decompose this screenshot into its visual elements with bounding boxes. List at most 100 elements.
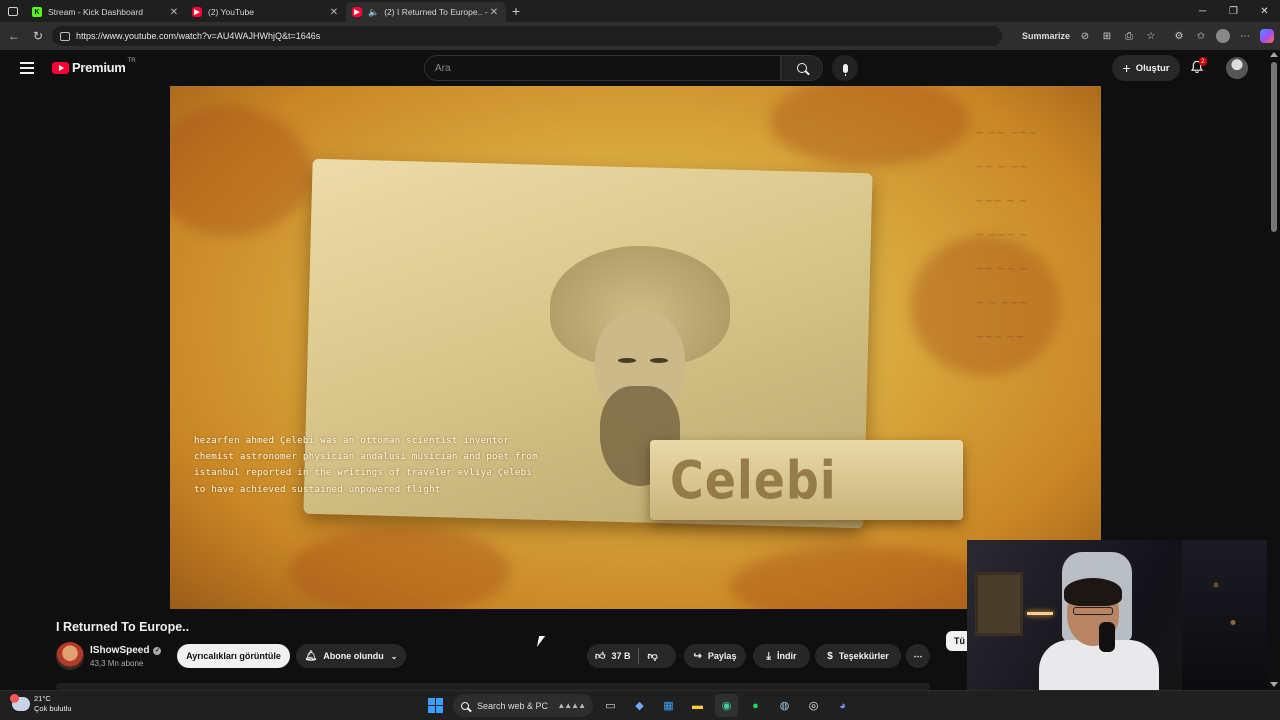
cloud-icon	[10, 694, 30, 711]
url-text: https://www.youtube.com/watch?v=AU4WAJHW…	[76, 31, 321, 41]
name-plate-text: Celebi	[670, 448, 837, 512]
profile-avatar[interactable]	[1216, 29, 1230, 43]
video-title: I Returned To Europe..	[56, 620, 190, 634]
bell-icon: 🔔︎	[304, 650, 318, 662]
search-highlight-icon: ▲▲▲▲	[557, 701, 586, 710]
subscribed-button[interactable]: 🔔︎ Abone olundu ⌄	[296, 644, 406, 668]
view-perks-label: Ayrıcalıkları görüntüle	[186, 651, 281, 661]
city-window	[1182, 540, 1267, 690]
youtube-play-icon	[52, 61, 69, 74]
extensions-icon[interactable]: ⚙	[1172, 29, 1186, 43]
name-plate: Celebi	[650, 440, 963, 520]
restore-icon[interactable]: ❐	[1218, 6, 1249, 17]
summarize-button[interactable]: Summarize	[1022, 31, 1070, 41]
channel-name-row[interactable]: IShowSpeed ✓	[90, 645, 162, 656]
more-actions-button[interactable]: ⋯	[906, 644, 930, 668]
search-input[interactable]	[435, 62, 780, 74]
more-dots-icon: ⋯	[913, 650, 923, 661]
like-dislike-group: 👍︎ 37 B 👎︎	[587, 644, 676, 668]
thanks-icon: $	[827, 650, 833, 662]
more-menu-icon[interactable]: ⋯	[1238, 29, 1252, 43]
back-arrow-icon[interactable]: ←	[2, 29, 26, 43]
address-bar[interactable]: https://www.youtube.com/watch?v=AU4WAJHW…	[52, 26, 1002, 46]
streamer-hair	[1064, 578, 1122, 606]
copilot-icon[interactable]	[1260, 29, 1274, 43]
store-icon[interactable]: ▦	[657, 694, 680, 717]
video-frame-texture	[170, 106, 310, 236]
copilot-app-icon[interactable]: ◆	[628, 694, 651, 717]
chrome-icon[interactable]: ◎	[802, 694, 825, 717]
tab-title: (2) YouTube	[208, 7, 254, 17]
account-avatar[interactable]	[1226, 57, 1248, 79]
dislike-icon[interactable]: 👎︎	[647, 650, 657, 662]
youtube-premium-logo[interactable]: Premium TR	[52, 57, 136, 75]
chevron-down-icon: ⌄	[390, 651, 398, 661]
background-script-texture: ~ ~~ ~~~ ~~ ~ ~~ ~~~ ~ ~ ~ ~~~ ~ ~~ ~~ ~ ~ ~ …	[975, 126, 1038, 343]
share-arrow-icon: ↪	[693, 650, 702, 662]
minimize-icon[interactable]: ─	[1187, 6, 1218, 17]
apps-icon[interactable]: ⊞	[1100, 29, 1114, 43]
like-icon[interactable]: 👍︎	[595, 650, 605, 662]
search-box[interactable]	[424, 55, 781, 81]
view-perks-button[interactable]: Ayrıcalıkları görüntüle	[177, 644, 290, 668]
video-frame-texture	[770, 86, 970, 166]
scroll-down-icon[interactable]	[1270, 682, 1278, 687]
taskbar-search-label: Search web & PC	[477, 700, 549, 711]
download-label: İndir	[776, 651, 797, 661]
thanks-button[interactable]: $ Teşekkürler	[815, 644, 901, 668]
file-explorer-icon[interactable]: ▬	[686, 694, 709, 717]
weather-condition: Çok bulutlu	[34, 704, 72, 713]
create-button[interactable]: + Oluştur	[1112, 55, 1180, 81]
close-tab-icon[interactable]: ✕	[328, 7, 340, 18]
start-button[interactable]	[424, 694, 447, 717]
notification-badge: 2	[1199, 57, 1207, 66]
steam-icon[interactable]: ◍	[773, 694, 796, 717]
kick-favicon-icon: K	[32, 7, 42, 17]
close-window-icon[interactable]: ✕	[1249, 6, 1280, 17]
tab-title: (2) I Returned To Europe.. - Y	[384, 7, 488, 17]
weather-widget[interactable]: 21°C Çok bulutlu	[10, 694, 72, 714]
video-frame-texture	[290, 526, 510, 609]
close-tab-icon[interactable]: ✕	[488, 7, 500, 18]
menu-hamburger-icon[interactable]	[20, 62, 34, 77]
page-scrollbar[interactable]	[1268, 50, 1280, 690]
voice-search-button[interactable]	[832, 55, 858, 81]
youtube-favicon-icon: ▶	[352, 7, 362, 17]
scrollbar-thumb[interactable]	[1271, 62, 1277, 232]
tab-youtube-video[interactable]: ▶ 🔈 (2) I Returned To Europe.. - Y ✕	[346, 2, 506, 22]
scroll-up-icon[interactable]	[1270, 52, 1278, 57]
download-button[interactable]: ⤓ İndir	[753, 644, 810, 668]
site-info-icon[interactable]	[60, 31, 70, 41]
channel-avatar[interactable]	[56, 642, 84, 670]
summarize-icon[interactable]: ⊘	[1078, 29, 1092, 43]
desk-light	[1027, 612, 1053, 615]
microphone-icon	[842, 63, 848, 76]
create-label: Oluştur	[1135, 62, 1170, 74]
tab-actions-button[interactable]	[0, 0, 26, 22]
taskbar-apps: Search web & PC ▲▲▲▲ ▭ ◆ ▦ ▬ ◉ ● ◍ ◎ ◕	[424, 694, 854, 717]
taskbar-search[interactable]: Search web & PC ▲▲▲▲	[453, 694, 593, 717]
discord-icon[interactable]: ◕	[831, 694, 854, 717]
task-view-icon[interactable]: ▭	[599, 694, 622, 717]
like-count[interactable]: 37 B	[611, 651, 630, 661]
edge-browser-icon[interactable]: ◉	[715, 694, 738, 717]
spotify-icon[interactable]: ●	[744, 694, 767, 717]
refresh-icon[interactable]: ↻	[26, 29, 50, 43]
close-tab-icon[interactable]: ✕	[168, 7, 180, 18]
region-code: TR	[127, 57, 136, 64]
speaker-icon[interactable]: 🔈	[368, 7, 379, 18]
new-tab-button[interactable]: +	[506, 3, 526, 19]
description-box-edge[interactable]	[56, 683, 930, 690]
share-button[interactable]: ↪ Paylaş	[684, 644, 746, 668]
video-player[interactable]: ~ ~~ ~~~ ~~ ~ ~~ ~~~ ~ ~ ~ ~~~ ~ ~~ ~~ ~ ~ ~ …	[170, 86, 1101, 609]
search-button[interactable]	[781, 55, 823, 81]
favorite-star-icon[interactable]: ☆	[1144, 29, 1158, 43]
share-label: Paylaş	[707, 651, 737, 661]
search-icon	[461, 701, 469, 710]
channel-name[interactable]: IShowSpeed	[90, 645, 149, 656]
favorites-icon[interactable]: ✩	[1194, 29, 1208, 43]
notifications-button[interactable]: 2	[1190, 57, 1207, 76]
reader-icon[interactable]: ⎙	[1122, 29, 1136, 43]
tab-kick-dashboard[interactable]: K Stream - Kick Dashboard ✕	[26, 2, 186, 22]
tab-youtube-home[interactable]: ▶ (2) YouTube ✕	[186, 2, 346, 22]
